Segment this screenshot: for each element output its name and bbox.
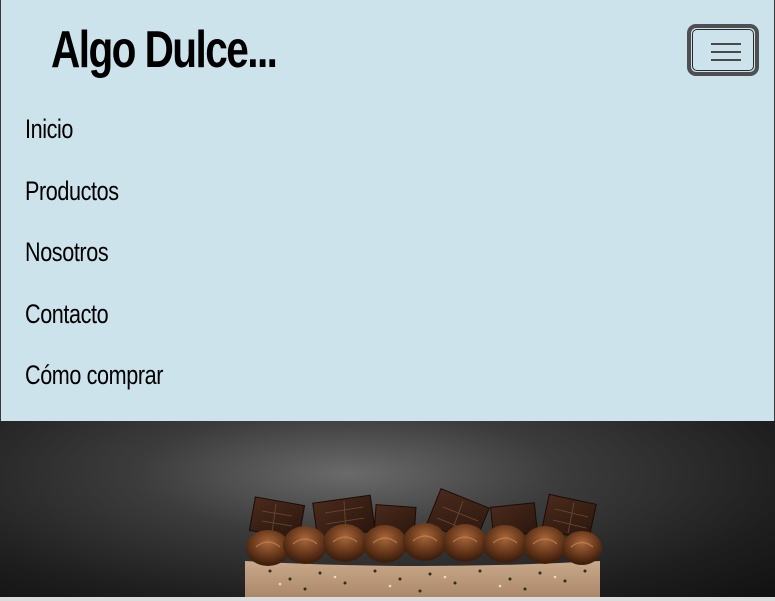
nav-item-contacto: Contacto	[25, 284, 198, 346]
nav-item-nosotros: Nosotros	[25, 222, 198, 284]
hamburger-menu-icon	[711, 41, 741, 63]
navbar-toggle-button[interactable]	[687, 24, 759, 76]
nav-item-productos: Productos	[25, 161, 198, 223]
page: Algo Dulce... Inicio Productos Nosotros …	[0, 0, 775, 601]
nav-link-productos[interactable]: Productos	[25, 176, 119, 207]
nav-link-como-comprar[interactable]: Cómo comprar	[25, 360, 163, 391]
brand-logo[interactable]: Algo Dulce...	[51, 14, 278, 86]
hero-image-chocolate-cake	[0, 421, 775, 597]
nav-link-nosotros[interactable]: Nosotros	[25, 237, 109, 268]
page-bottom-edge	[0, 597, 775, 601]
nav-item-como-comprar: Cómo comprar	[25, 345, 198, 407]
nav-link-contacto[interactable]: Contacto	[25, 299, 109, 330]
nav-link-inicio[interactable]: Inicio	[25, 114, 73, 145]
nav-item-inicio: Inicio	[25, 99, 198, 161]
navbar: Algo Dulce... Inicio Productos Nosotros …	[0, 0, 775, 421]
nav-menu: Inicio Productos Nosotros Contacto Cómo …	[25, 99, 198, 407]
cake-illustration	[245, 487, 602, 597]
